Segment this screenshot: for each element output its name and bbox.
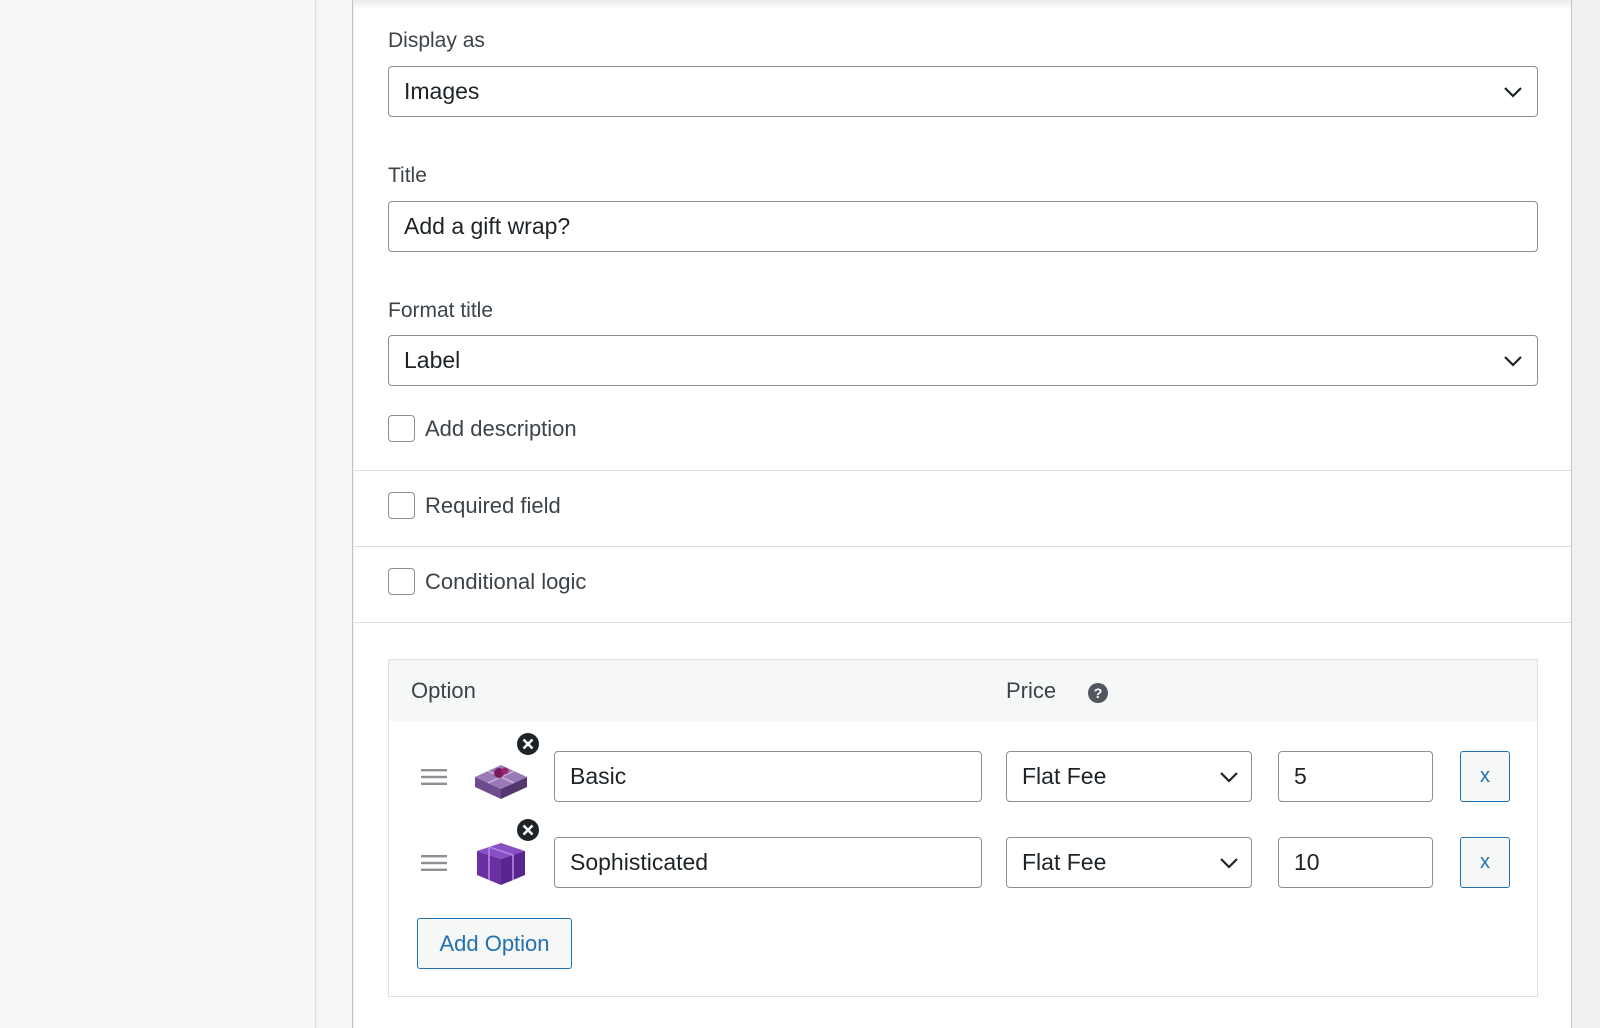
right-gutter	[1573, 0, 1600, 1028]
chevron-down-icon	[1504, 355, 1522, 367]
remove-option-button[interactable]: x	[1460, 837, 1510, 888]
gift-box-image[interactable]	[471, 837, 531, 887]
option-price-input[interactable]: 10	[1278, 837, 1433, 888]
display-as-label: Display as	[388, 29, 485, 52]
price-column-header: Price	[1006, 678, 1057, 703]
price-type-select[interactable]: Flat Fee	[1006, 837, 1252, 888]
price-type-select[interactable]: Flat Fee	[1006, 751, 1252, 802]
add-description-label: Add description	[425, 415, 577, 441]
format-title-select[interactable]: Label	[388, 335, 1538, 386]
gift-box-image[interactable]	[471, 751, 531, 801]
add-description-option[interactable]: Add description	[388, 415, 577, 442]
options-table: Option Price ? Basic Flat Fee 5 x Sophis…	[388, 659, 1538, 997]
remove-option-button[interactable]: x	[1460, 751, 1510, 802]
chevron-down-icon	[1504, 86, 1522, 98]
required-field-checkbox[interactable]	[388, 492, 415, 519]
question-circle-icon[interactable]: ?	[1088, 683, 1108, 703]
left-sidebar-area	[0, 0, 316, 1028]
option-name-input[interactable]: Basic	[554, 751, 982, 802]
conditional-logic-option[interactable]: Conditional logic	[388, 568, 586, 595]
divider	[354, 546, 1571, 547]
divider	[354, 622, 1571, 623]
title-input[interactable]: Add a gift wrap?	[388, 201, 1538, 252]
remove-image-icon[interactable]	[516, 818, 540, 842]
divider	[354, 470, 1571, 471]
drag-handle-icon[interactable]	[421, 853, 447, 873]
options-header: Option Price ?	[389, 660, 1537, 721]
conditional-logic-label: Conditional logic	[425, 568, 587, 594]
add-option-button[interactable]: Add Option	[417, 918, 572, 969]
title-label: Title	[388, 164, 427, 187]
field-settings-panel: Display as Images Title Add a gift wrap?…	[354, 0, 1572, 1028]
drag-handle-icon[interactable]	[421, 767, 447, 787]
option-price-input[interactable]: 5	[1278, 751, 1433, 802]
format-title-label: Format title	[388, 299, 494, 322]
required-field-label: Required field	[425, 492, 561, 518]
option-row: Basic Flat Fee 5 x	[389, 733, 1537, 803]
remove-image-icon[interactable]	[516, 732, 540, 756]
column-gap	[317, 0, 353, 1028]
option-column-header: Option	[411, 678, 476, 703]
add-description-checkbox[interactable]	[388, 415, 415, 442]
chevron-down-icon	[1220, 771, 1238, 783]
conditional-logic-checkbox[interactable]	[388, 568, 415, 595]
chevron-down-icon	[1220, 857, 1238, 869]
option-name-input[interactable]: Sophisticated	[554, 837, 982, 888]
option-row: Sophisticated Flat Fee 10 x	[389, 819, 1537, 889]
display-as-select[interactable]: Images	[388, 66, 1538, 117]
required-field-option[interactable]: Required field	[388, 492, 561, 519]
